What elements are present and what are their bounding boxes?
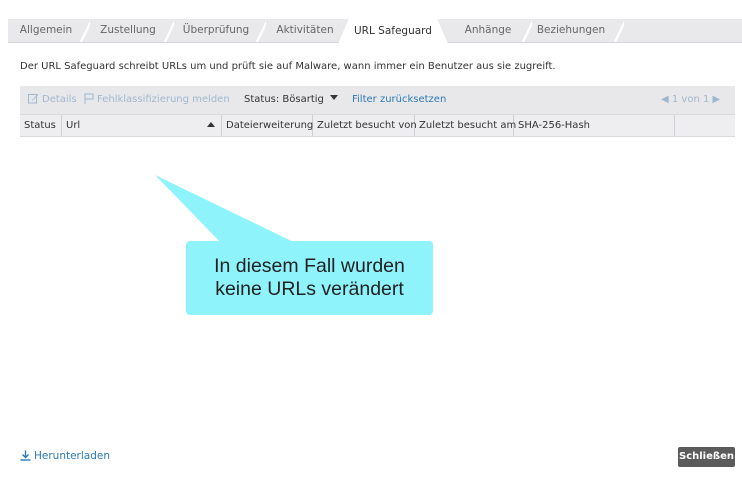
misclassify-label: Fehlklassifizierung melden <box>97 94 230 105</box>
annotation-callout: In diesem Fall wurden keine URLs verände… <box>186 241 433 315</box>
column-header-sha256[interactable]: SHA-256-Hash <box>514 115 675 136</box>
sort-ascending-icon <box>207 122 215 127</box>
tab-ueberpruefung[interactable]: Überprüfung <box>179 19 253 42</box>
details-label: Details <box>42 94 77 105</box>
status-filter-dropdown[interactable]: Status: Bösartig <box>244 93 338 107</box>
tab-divider <box>80 21 90 42</box>
flag-icon <box>84 93 94 109</box>
grid-toolbar: Details Fehlklassifizierung melden Statu… <box>20 86 735 114</box>
callout-line-1: In diesem Fall wurden <box>214 255 405 277</box>
column-header-last-visited-by[interactable]: Zuletzt besucht von <box>313 115 417 136</box>
tab-aktivitaeten[interactable]: Aktivitäten <box>270 19 340 42</box>
column-header-url-label: Url <box>66 120 81 131</box>
download-icon <box>20 450 31 464</box>
close-button[interactable]: Schließen <box>678 447 735 467</box>
column-header-last-visited-at[interactable]: Zuletzt besucht am <box>415 115 516 136</box>
tab-divider <box>614 21 624 42</box>
table-header: Status Url Dateierweiterung Zuletzt besu… <box>20 114 735 137</box>
tab-divider <box>522 21 532 42</box>
download-label: Herunterladen <box>34 450 111 462</box>
reset-filter-link[interactable]: Filter zurücksetzen <box>352 93 446 107</box>
edit-icon <box>28 93 39 109</box>
column-header-status[interactable]: Status <box>20 115 62 136</box>
tab-zustellung[interactable]: Zustellung <box>95 19 161 42</box>
download-link[interactable]: Herunterladen <box>20 450 110 464</box>
tab-url-safeguard[interactable]: URL Safeguard <box>338 16 448 44</box>
tab-beziehungen[interactable]: Beziehungen <box>530 19 612 42</box>
tab-allgemein[interactable]: Allgemein <box>17 19 75 42</box>
column-header-extension[interactable]: Dateierweiterung <box>222 115 313 136</box>
details-button[interactable]: Details <box>28 93 77 107</box>
tab-divider <box>256 21 266 42</box>
chevron-down-icon <box>329 95 338 100</box>
tab-divider <box>164 21 174 42</box>
prev-page-icon[interactable]: ◀ <box>661 94 669 105</box>
report-misclassification-button[interactable]: Fehlklassifizierung melden <box>84 93 230 107</box>
pager: ◀ 1 von 1 ▶ <box>661 93 720 107</box>
status-filter-label: Status: Bösartig <box>244 94 324 105</box>
tab-anhaenge[interactable]: Anhänge <box>456 19 520 42</box>
pager-label: 1 von 1 <box>671 94 710 105</box>
tab-bar: Allgemein Zustellung Überprüfung Aktivit… <box>0 0 742 44</box>
callout-line-2: keine URLs verändert <box>215 278 404 300</box>
next-page-icon[interactable]: ▶ <box>713 94 721 105</box>
description-text: Der URL Safeguard schreibt URLs um und p… <box>20 61 556 72</box>
column-header-url[interactable]: Url <box>62 115 222 136</box>
